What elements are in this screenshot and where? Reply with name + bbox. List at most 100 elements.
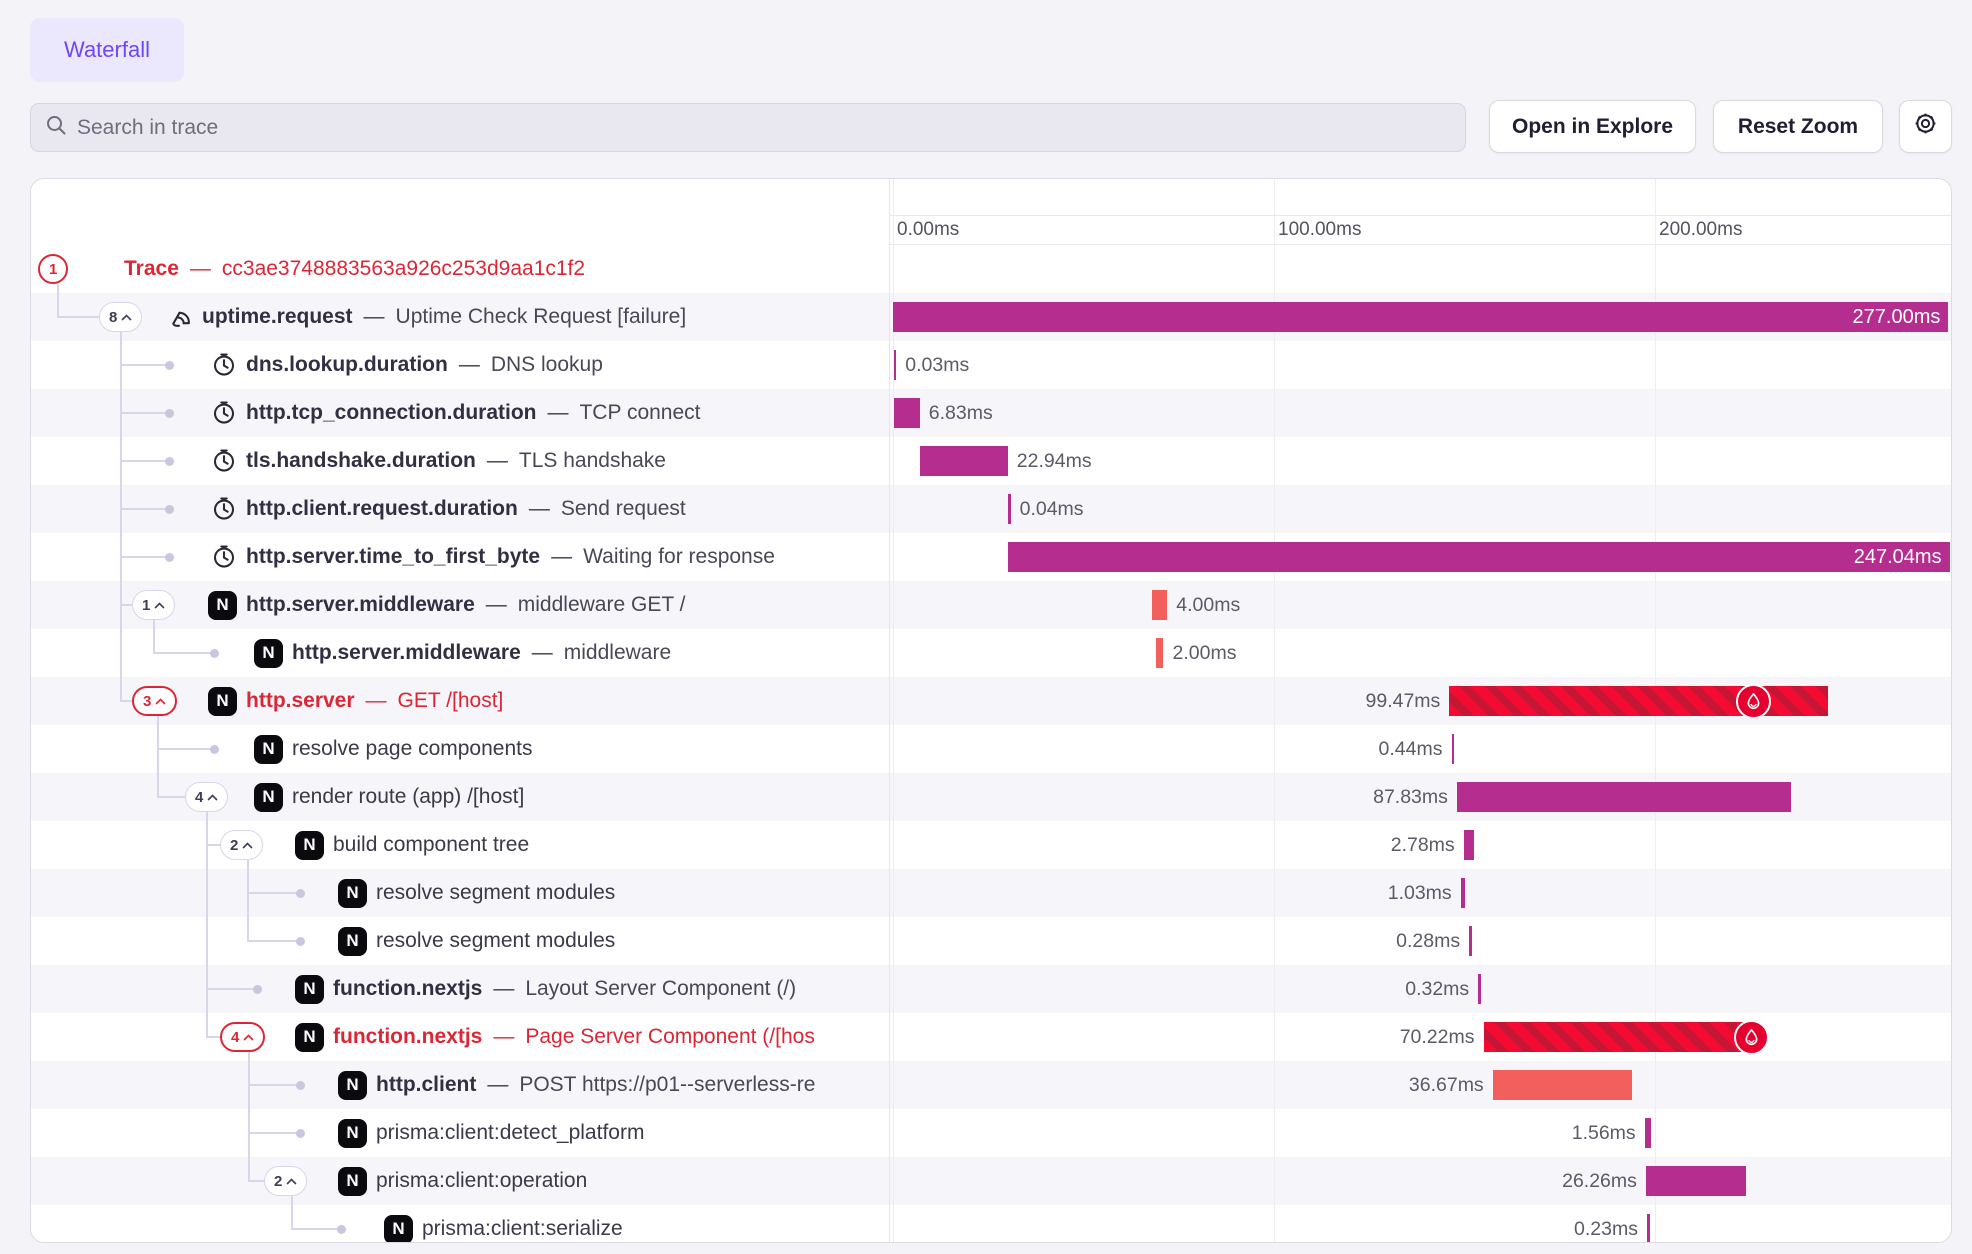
nextjs-icon: N <box>338 1071 367 1100</box>
span-label[interactable]: Trace—cc3ae3748883563a926c253d9aa1c1f2 <box>124 245 887 293</box>
span-duration-bar[interactable]: 247.04ms <box>1008 542 1949 572</box>
span-op-name: dns.lookup.duration <box>246 353 448 377</box>
span-duration-bar[interactable] <box>920 446 1007 476</box>
fire-icon[interactable] <box>1734 1020 1769 1055</box>
settings-button[interactable] <box>1899 100 1952 153</box>
chevron-up-icon <box>121 314 132 321</box>
time-gridline <box>893 179 894 1242</box>
nextjs-icon: N <box>254 735 283 764</box>
tree-elbow-line <box>120 412 166 414</box>
open-in-explore-label: Open in Explore <box>1512 115 1673 139</box>
tree-node-dot <box>165 409 174 418</box>
tree-elbow-line <box>120 556 166 558</box>
tree-elbow-line <box>120 508 166 510</box>
tree-guide-line <box>120 332 122 701</box>
tree-waterfall-divider[interactable] <box>889 179 890 1242</box>
tab-waterfall[interactable]: Waterfall <box>30 18 184 82</box>
span-label[interactable]: Nresolve segment modules <box>338 869 887 917</box>
span-count-badge[interactable]: 2 <box>220 830 263 860</box>
span-row[interactable] <box>31 869 1951 917</box>
span-description: Uptime Check Request [failure] <box>396 305 687 329</box>
trace-waterfall-panel: 0.00ms100.00ms200.00ms1Trace—cc3ae374888… <box>30 178 1952 1243</box>
span-duration-bar[interactable] <box>1008 494 1011 524</box>
tree-node-dot <box>296 1081 305 1090</box>
tree-elbow-line <box>248 1084 297 1086</box>
span-duration-bar[interactable] <box>1461 878 1465 908</box>
clock-icon <box>211 496 237 522</box>
nextjs-icon: N <box>295 975 324 1004</box>
span-duration-bar[interactable] <box>1457 782 1792 812</box>
span-duration-bar[interactable] <box>1452 734 1455 764</box>
span-label[interactable]: Nprisma:client:serialize <box>384 1205 887 1242</box>
span-label[interactable]: Nresolve page components <box>254 725 887 773</box>
span-duration-bar[interactable] <box>1478 974 1481 1004</box>
span-duration-bar[interactable] <box>894 350 897 380</box>
span-duration-bar[interactable] <box>1646 1166 1746 1196</box>
span-row[interactable] <box>31 1205 1951 1242</box>
nextjs-icon: N <box>338 879 367 908</box>
reset-zoom-button[interactable]: Reset Zoom <box>1713 100 1883 153</box>
duration-label: 247.04ms <box>1854 542 1942 572</box>
duration-label: 0.32ms <box>1289 965 1469 1013</box>
span-duration-bar[interactable]: 277.00ms <box>893 302 1948 332</box>
span-duration-bar[interactable] <box>1484 1022 1752 1052</box>
span-count-badge[interactable]: 3 <box>132 686 177 716</box>
span-label[interactable]: Nprisma:client:operation <box>338 1157 887 1205</box>
span-label[interactable]: http.client.request.duration—Send reques… <box>211 485 887 533</box>
span-label[interactable]: Nfunction.nextjs—Page Server Component (… <box>295 1013 887 1061</box>
span-duration-bar[interactable] <box>1449 686 1828 716</box>
span-row[interactable] <box>31 1109 1951 1157</box>
fire-icon[interactable] <box>1736 684 1771 719</box>
span-count-badge[interactable]: 8 <box>99 302 142 332</box>
span-op-name: prisma:client:serialize <box>422 1217 623 1241</box>
search-input[interactable] <box>77 116 1451 140</box>
duration-label: 0.23ms <box>1458 1205 1638 1242</box>
span-description: TLS handshake <box>519 449 666 473</box>
span-label[interactable]: Nprisma:client:detect_platform <box>338 1109 887 1157</box>
span-duration-bar[interactable] <box>1647 1214 1650 1242</box>
tree-elbow-line <box>153 652 211 654</box>
span-label[interactable]: dns.lookup.duration—DNS lookup <box>211 341 887 389</box>
span-duration-bar[interactable] <box>894 398 920 428</box>
span-label[interactable]: http.tcp_connection.duration—TCP connect <box>211 389 887 437</box>
span-label[interactable]: tls.handshake.duration—TLS handshake <box>211 437 887 485</box>
span-count-badge[interactable]: 1 <box>132 590 175 620</box>
duration-label: 70.22ms <box>1295 1013 1475 1061</box>
span-label[interactable]: Nbuild component tree <box>295 821 887 869</box>
span-duration-bar[interactable] <box>1156 638 1164 668</box>
tree-node-dot <box>165 553 174 562</box>
open-in-explore-button[interactable]: Open in Explore <box>1489 100 1696 153</box>
span-row[interactable] <box>31 1061 1951 1109</box>
span-duration-bar[interactable] <box>1645 1118 1651 1148</box>
duration-label: 6.83ms <box>929 389 993 437</box>
nextjs-icon: N <box>208 687 237 716</box>
tree-elbow-line <box>157 748 211 750</box>
search-bar[interactable] <box>30 103 1466 152</box>
duration-label: 277.00ms <box>1853 302 1941 332</box>
span-label[interactable]: http.server.time_to_first_byte—Waiting f… <box>211 533 887 581</box>
span-label[interactable]: Nrender route (app) /[host] <box>254 773 887 821</box>
span-label[interactable]: Nhttp.client—POST https://p01--serverles… <box>338 1061 887 1109</box>
span-count-badge[interactable]: 2 <box>264 1166 307 1196</box>
span-count: 2 <box>230 837 238 854</box>
span-duration-bar[interactable] <box>1152 590 1167 620</box>
span-duration-bar[interactable] <box>1469 926 1472 956</box>
separator-dash: — <box>364 305 385 329</box>
span-label[interactable]: Nhttp.server—GET /[host] <box>208 677 887 725</box>
span-count-badge[interactable]: 4 <box>185 782 228 812</box>
span-label[interactable]: uptime.request—Uptime Check Request [fai… <box>166 293 887 341</box>
span-count-badge[interactable]: 4 <box>220 1022 265 1052</box>
tree-node-dot <box>296 889 305 898</box>
span-label[interactable]: Nresolve segment modules <box>338 917 887 965</box>
span-label[interactable]: Nfunction.nextjs—Layout Server Component… <box>295 965 887 1013</box>
span-label[interactable]: Nhttp.server.middleware—middleware GET / <box>208 581 887 629</box>
duration-label: 0.04ms <box>1020 485 1084 533</box>
duration-label: 87.83ms <box>1268 773 1448 821</box>
span-duration-bar[interactable] <box>1493 1070 1633 1100</box>
nextjs-icon: N <box>384 1215 413 1243</box>
duration-label: 26.26ms <box>1457 1157 1637 1205</box>
span-duration-bar[interactable] <box>1464 830 1475 860</box>
span-label[interactable]: Nhttp.server.middleware—middleware <box>254 629 887 677</box>
span-row[interactable] <box>31 917 1951 965</box>
span-op-name: http.server <box>246 689 355 713</box>
